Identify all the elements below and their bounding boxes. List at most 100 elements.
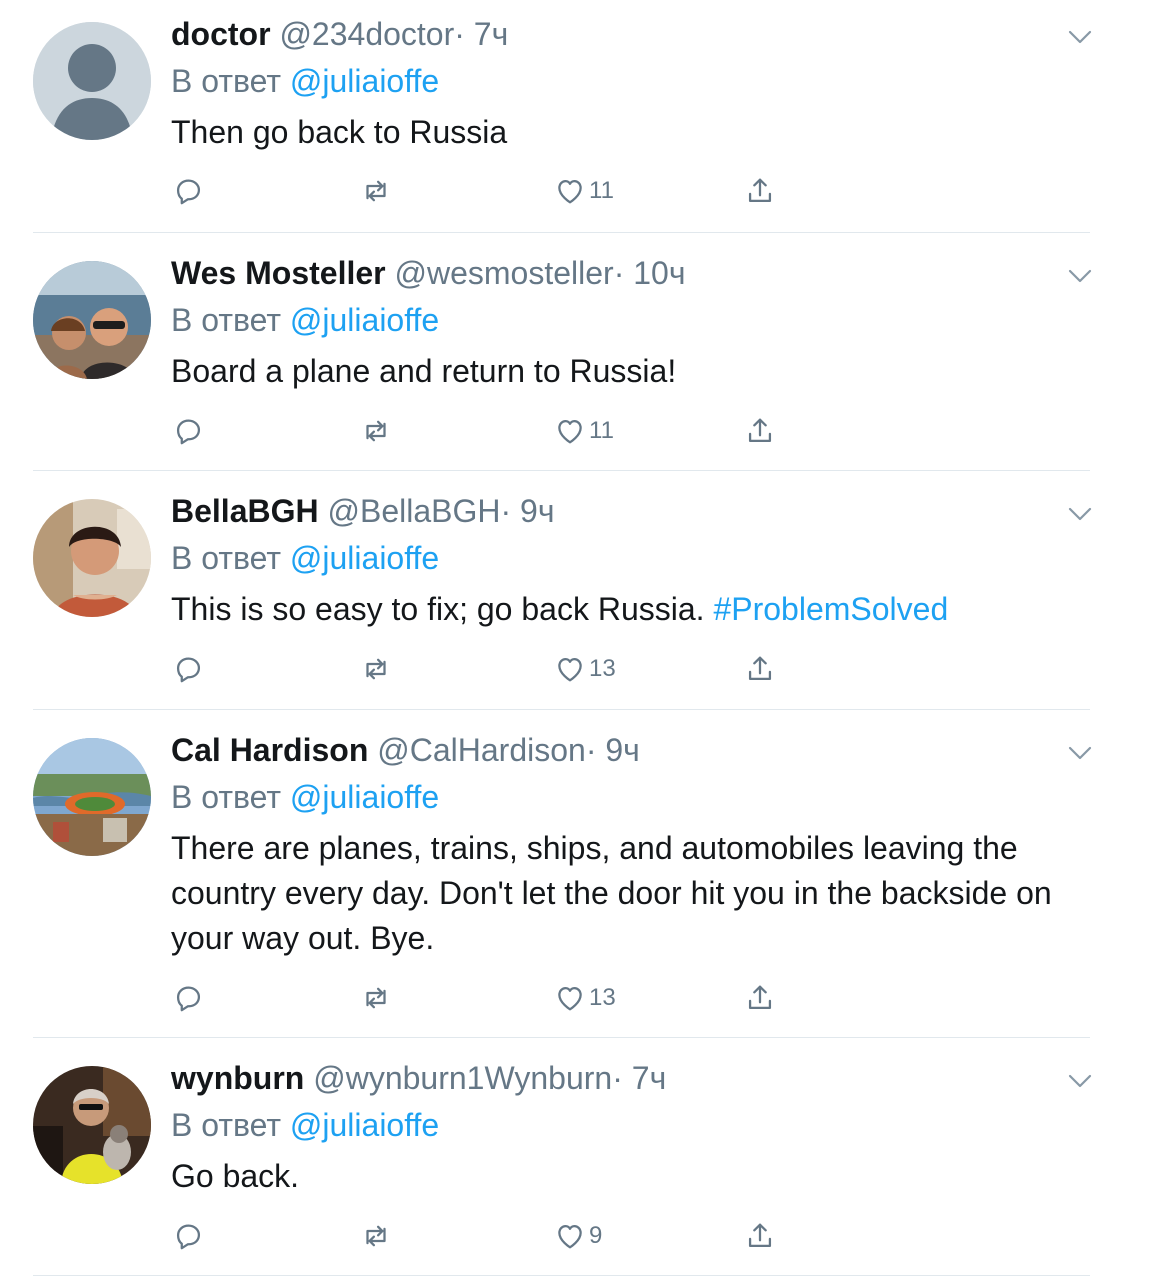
- share-icon: [743, 652, 777, 686]
- chevron-down-icon[interactable]: [1067, 1073, 1093, 1089]
- user-handle[interactable]: @BellaBGH: [327, 493, 500, 529]
- user-name[interactable]: Wes Mosteller: [171, 255, 386, 291]
- comment-icon: [171, 414, 205, 448]
- reply-label: В ответ: [171, 1107, 282, 1143]
- retweet-button[interactable]: [359, 978, 393, 1018]
- like-count: 13: [589, 984, 616, 1011]
- tweet-divider: [33, 1037, 1090, 1038]
- reply-label: В ответ: [171, 302, 282, 338]
- retweet-icon: [359, 174, 393, 208]
- reply-button[interactable]: [171, 1216, 205, 1256]
- like-button[interactable]: 13: [553, 649, 616, 689]
- tweet[interactable]: Wes Mosteller @wesmosteller· 10ч В ответ…: [0, 253, 1156, 463]
- tweet-text: Then go back to Russia: [171, 110, 1071, 155]
- like-count: 9: [589, 1222, 603, 1249]
- retweet-icon: [359, 981, 393, 1015]
- like-button[interactable]: 13: [553, 978, 616, 1018]
- tweet-text-body: Board a plane and return to Russia!: [171, 353, 677, 389]
- user-handle[interactable]: @wynburn1Wynburn: [313, 1060, 612, 1096]
- like-count: 11: [589, 417, 614, 444]
- user-avatar[interactable]: [33, 261, 151, 379]
- share-button[interactable]: [743, 411, 777, 451]
- tweet-time: · 9ч: [500, 493, 555, 529]
- tweet-divider: [33, 470, 1090, 471]
- comment-icon: [171, 1219, 205, 1253]
- tweet-divider: [33, 232, 1090, 233]
- comment-icon: [171, 652, 205, 686]
- like-button[interactable]: 9: [553, 1216, 602, 1256]
- tweet-text-body: This is so easy to fix; go back Russia.: [171, 591, 714, 627]
- like-button[interactable]: 11: [553, 411, 614, 451]
- reply-mention[interactable]: @juliaioffe: [290, 302, 439, 338]
- heart-icon: [553, 1219, 587, 1253]
- tweet[interactable]: BellaBGH @BellaBGH· 9ч В ответ @juliaiof…: [0, 491, 1156, 701]
- user-name[interactable]: Cal Hardison: [171, 732, 368, 768]
- share-icon: [743, 1219, 777, 1253]
- user-handle[interactable]: @wesmosteller: [394, 255, 613, 291]
- retweet-icon: [359, 414, 393, 448]
- share-button[interactable]: [743, 171, 777, 211]
- tweet-text-body: There are planes, trains, ships, and aut…: [171, 830, 1052, 956]
- reply-label: В ответ: [171, 63, 282, 99]
- reply-button[interactable]: [171, 978, 205, 1018]
- user-name[interactable]: BellaBGH: [171, 493, 319, 529]
- share-icon: [743, 414, 777, 448]
- reply-mention[interactable]: @juliaioffe: [290, 540, 439, 576]
- user-avatar[interactable]: [33, 499, 151, 617]
- share-button[interactable]: [743, 649, 777, 689]
- tweet[interactable]: doctor @234doctor· 7ч В ответ @juliaioff…: [0, 14, 1156, 224]
- heart-icon: [553, 174, 587, 208]
- heart-icon: [553, 981, 587, 1015]
- retweet-icon: [359, 1219, 393, 1253]
- retweet-icon: [359, 652, 393, 686]
- tweet-text: Board a plane and return to Russia!: [171, 349, 1071, 394]
- reply-mention[interactable]: @juliaioffe: [290, 779, 439, 815]
- reply-mention[interactable]: @juliaioffe: [290, 1107, 439, 1143]
- retweet-button[interactable]: [359, 649, 393, 689]
- reply-button[interactable]: [171, 171, 205, 211]
- tweet-text: There are planes, trains, ships, and aut…: [171, 826, 1071, 961]
- user-name[interactable]: doctor: [171, 16, 271, 52]
- user-avatar[interactable]: [33, 1066, 151, 1184]
- reply-button[interactable]: [171, 649, 205, 689]
- share-button[interactable]: [743, 978, 777, 1018]
- chevron-down-icon[interactable]: [1067, 506, 1093, 522]
- chevron-down-icon[interactable]: [1067, 745, 1093, 761]
- heart-icon: [553, 414, 587, 448]
- tweet-text-body: Then go back to Russia: [171, 114, 508, 150]
- tweet-time: · 7ч: [612, 1060, 667, 1096]
- retweet-button[interactable]: [359, 411, 393, 451]
- retweet-button[interactable]: [359, 171, 393, 211]
- like-button[interactable]: 11: [553, 171, 614, 211]
- tweet[interactable]: Cal Hardison @CalHardison· 9ч В ответ @j…: [0, 730, 1156, 1030]
- reply-label: В ответ: [171, 779, 282, 815]
- like-count: 11: [589, 177, 614, 204]
- tweet-time: · 7ч: [454, 16, 509, 52]
- chevron-down-icon[interactable]: [1067, 29, 1093, 45]
- chevron-down-icon[interactable]: [1067, 268, 1093, 284]
- reply-button[interactable]: [171, 411, 205, 451]
- tweet-time: · 9ч: [585, 732, 640, 768]
- user-name[interactable]: wynburn: [171, 1060, 304, 1096]
- user-handle[interactable]: @CalHardison: [377, 732, 586, 768]
- comment-icon: [171, 981, 205, 1015]
- share-icon: [743, 981, 777, 1015]
- tweet-text-body: Go back.: [171, 1158, 300, 1194]
- tweet-divider: [33, 1275, 1090, 1276]
- hashtag[interactable]: #ProblemSolved: [713, 591, 948, 627]
- like-count: 13: [589, 655, 616, 682]
- user-handle[interactable]: @234doctor: [279, 16, 454, 52]
- reply-label: В ответ: [171, 540, 282, 576]
- comment-icon: [171, 174, 205, 208]
- tweet-text: This is so easy to fix; go back Russia. …: [171, 587, 1071, 632]
- user-avatar[interactable]: [33, 738, 151, 856]
- share-icon: [743, 174, 777, 208]
- share-button[interactable]: [743, 1216, 777, 1256]
- tweet[interactable]: wynburn @wynburn1Wynburn· 7ч В ответ @ju…: [0, 1058, 1156, 1268]
- tweet-text: Go back.: [171, 1154, 1071, 1199]
- default-avatar[interactable]: [33, 22, 151, 140]
- tweet-time: · 10ч: [613, 255, 686, 291]
- reply-mention[interactable]: @juliaioffe: [290, 63, 439, 99]
- tweet-divider: [33, 709, 1090, 710]
- retweet-button[interactable]: [359, 1216, 393, 1256]
